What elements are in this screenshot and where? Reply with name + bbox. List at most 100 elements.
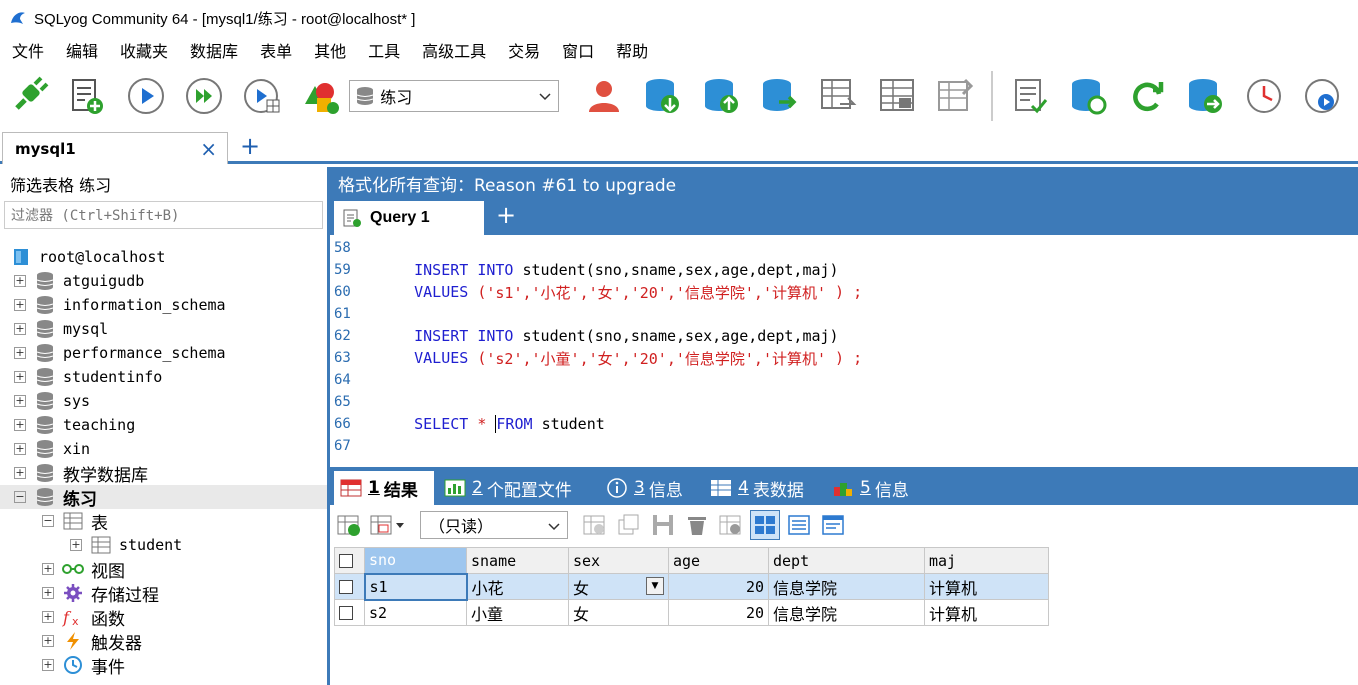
expand-icon[interactable]: + xyxy=(14,275,26,287)
expand-icon[interactable]: + xyxy=(14,419,26,431)
cell-maj[interactable]: 计算机 xyxy=(924,573,1049,600)
add-query-tab-button[interactable]: + xyxy=(496,201,516,229)
schema-designer-button[interactable] xyxy=(299,73,345,119)
new-query-button[interactable] xyxy=(65,73,111,119)
collapse-icon[interactable]: − xyxy=(42,515,54,527)
close-icon[interactable]: × xyxy=(200,137,217,161)
checkbox[interactable] xyxy=(339,580,353,594)
menu-help[interactable]: 帮助 xyxy=(608,38,656,62)
row-checkbox-cell[interactable] xyxy=(334,599,365,626)
expand-icon[interactable]: + xyxy=(42,587,54,599)
tree-folder-procedures[interactable]: + 存储过程 xyxy=(0,581,327,606)
copy-database-button[interactable] xyxy=(757,73,803,119)
cell-sex[interactable]: 女 xyxy=(568,599,669,626)
table-tools-button[interactable] xyxy=(932,73,978,119)
tree-folder-tables[interactable]: − 表 xyxy=(0,509,327,534)
collapse-icon[interactable]: − xyxy=(14,491,26,503)
tab-profile[interactable]: 2 个配置文件 xyxy=(444,471,572,505)
tab-messages[interactable]: 3 信息 xyxy=(606,471,683,505)
text-view-button[interactable] xyxy=(818,510,848,540)
cell-sname[interactable]: 小花 xyxy=(466,573,569,600)
cell-age[interactable]: 20 xyxy=(668,599,769,626)
menu-other[interactable]: 其他 xyxy=(306,38,354,62)
tree-item-performance-schema[interactable]: + performance_schema xyxy=(0,341,327,365)
execute-query-button[interactable] xyxy=(123,73,169,119)
checkbox[interactable] xyxy=(339,606,353,620)
insert-row-button[interactable] xyxy=(580,510,610,540)
column-header-maj[interactable]: maj xyxy=(924,547,1049,574)
database-select[interactable]: 练习 xyxy=(349,80,560,112)
cell-maj[interactable]: 计算机 xyxy=(924,599,1049,626)
readonly-select[interactable]: （只读） xyxy=(420,511,568,539)
execute-all-button[interactable] xyxy=(182,73,228,119)
tree-item-information-schema[interactable]: + information_schema xyxy=(0,293,327,317)
form-view-button[interactable] xyxy=(784,510,814,540)
expand-icon[interactable]: + xyxy=(14,467,26,479)
expand-icon[interactable]: + xyxy=(42,635,54,647)
export-result-button[interactable] xyxy=(334,510,364,540)
menu-database[interactable]: 数据库 xyxy=(182,38,246,62)
import-database-button[interactable] xyxy=(1182,73,1228,119)
table-row[interactable]: s1 小花 女 ▼ 20 信息学院 计算机 xyxy=(334,572,1049,601)
query-tab-1[interactable]: Query 1 xyxy=(334,201,484,235)
tree-folder-events[interactable]: + 事件 xyxy=(0,653,327,678)
dropdown-arrow-icon[interactable]: ▼ xyxy=(646,576,664,595)
tree-item-practice[interactable]: − 练习 xyxy=(0,485,327,510)
menu-tools[interactable]: 工具 xyxy=(360,38,408,62)
tree-item-atguigudb[interactable]: + atguigudb xyxy=(0,269,327,293)
execute-grid-button[interactable] xyxy=(240,73,286,119)
tree-item-sys[interactable]: + sys xyxy=(0,389,327,413)
select-all-checkbox[interactable] xyxy=(334,547,365,574)
scheduled-run-button[interactable] xyxy=(1299,73,1345,119)
column-header-dept[interactable]: dept xyxy=(768,547,925,574)
tree-item-mysql[interactable]: + mysql xyxy=(0,317,327,341)
tree-item-student-table[interactable]: + student xyxy=(0,533,327,557)
delete-button[interactable] xyxy=(682,510,712,540)
menu-favorites[interactable]: 收藏夹 xyxy=(112,38,176,62)
scheduler-button[interactable] xyxy=(1241,73,1287,119)
cell-age[interactable]: 20 xyxy=(668,573,769,600)
menu-table[interactable]: 表单 xyxy=(252,38,300,62)
column-header-sname[interactable]: sname xyxy=(466,547,569,574)
table-row[interactable]: s2 小童 女 20 信息学院 计算机 xyxy=(334,599,1049,626)
tree-folder-triggers[interactable]: + 触发器 xyxy=(0,629,327,654)
expand-icon[interactable]: + xyxy=(42,563,54,575)
cell-dept[interactable]: 信息学院 xyxy=(768,599,925,626)
menu-edit[interactable]: 编辑 xyxy=(58,38,106,62)
upgrade-banner[interactable]: 格式化所有查询：Reason #61 to upgrade xyxy=(330,167,1358,199)
expand-icon[interactable]: + xyxy=(42,659,54,671)
save-button[interactable] xyxy=(648,510,678,540)
expand-icon[interactable]: + xyxy=(14,395,26,407)
refresh-button[interactable] xyxy=(1124,73,1170,119)
tree-item-teaching-db[interactable]: + 教学数据库 xyxy=(0,461,327,486)
expand-icon[interactable]: + xyxy=(14,323,26,335)
tab-info[interactable]: 5 信息 xyxy=(832,471,909,505)
tree-item-studentinfo[interactable]: + studentinfo xyxy=(0,365,327,389)
table-export-button[interactable] xyxy=(815,73,861,119)
user-manager-button[interactable] xyxy=(581,73,627,119)
cell-sex[interactable]: 女 ▼ xyxy=(568,573,669,600)
menu-advanced-tools[interactable]: 高级工具 xyxy=(414,38,494,62)
expand-icon[interactable]: + xyxy=(14,443,26,455)
column-header-age[interactable]: age xyxy=(668,547,769,574)
menu-file[interactable]: 文件 xyxy=(4,38,52,62)
tree-folder-views[interactable]: + 视图 xyxy=(0,557,327,582)
restore-database-button[interactable] xyxy=(698,73,744,119)
column-header-sex[interactable]: sex xyxy=(568,547,669,574)
grid-view-button[interactable] xyxy=(750,510,780,540)
cancel-changes-button[interactable] xyxy=(716,510,746,540)
sql-editor[interactable]: 58 59 INSERT INTO student(sno,sname,sex,… xyxy=(330,235,1358,461)
new-connection-button[interactable] xyxy=(6,73,52,119)
tab-table-data[interactable]: 4 表数据 xyxy=(710,471,804,505)
cell-sname[interactable]: 小童 xyxy=(466,599,569,626)
cell-sno[interactable]: s1 xyxy=(363,572,468,601)
expand-icon[interactable]: + xyxy=(14,371,26,383)
checkbox[interactable] xyxy=(339,554,353,568)
database-sync-button[interactable] xyxy=(1065,73,1111,119)
tree-root-connection[interactable]: root@localhost xyxy=(0,245,327,269)
menu-transaction[interactable]: 交易 xyxy=(500,38,548,62)
expand-icon[interactable]: + xyxy=(70,539,82,551)
duplicate-row-button[interactable] xyxy=(614,510,644,540)
add-connection-tab-button[interactable]: + xyxy=(240,132,260,160)
expand-icon[interactable]: + xyxy=(42,611,54,623)
